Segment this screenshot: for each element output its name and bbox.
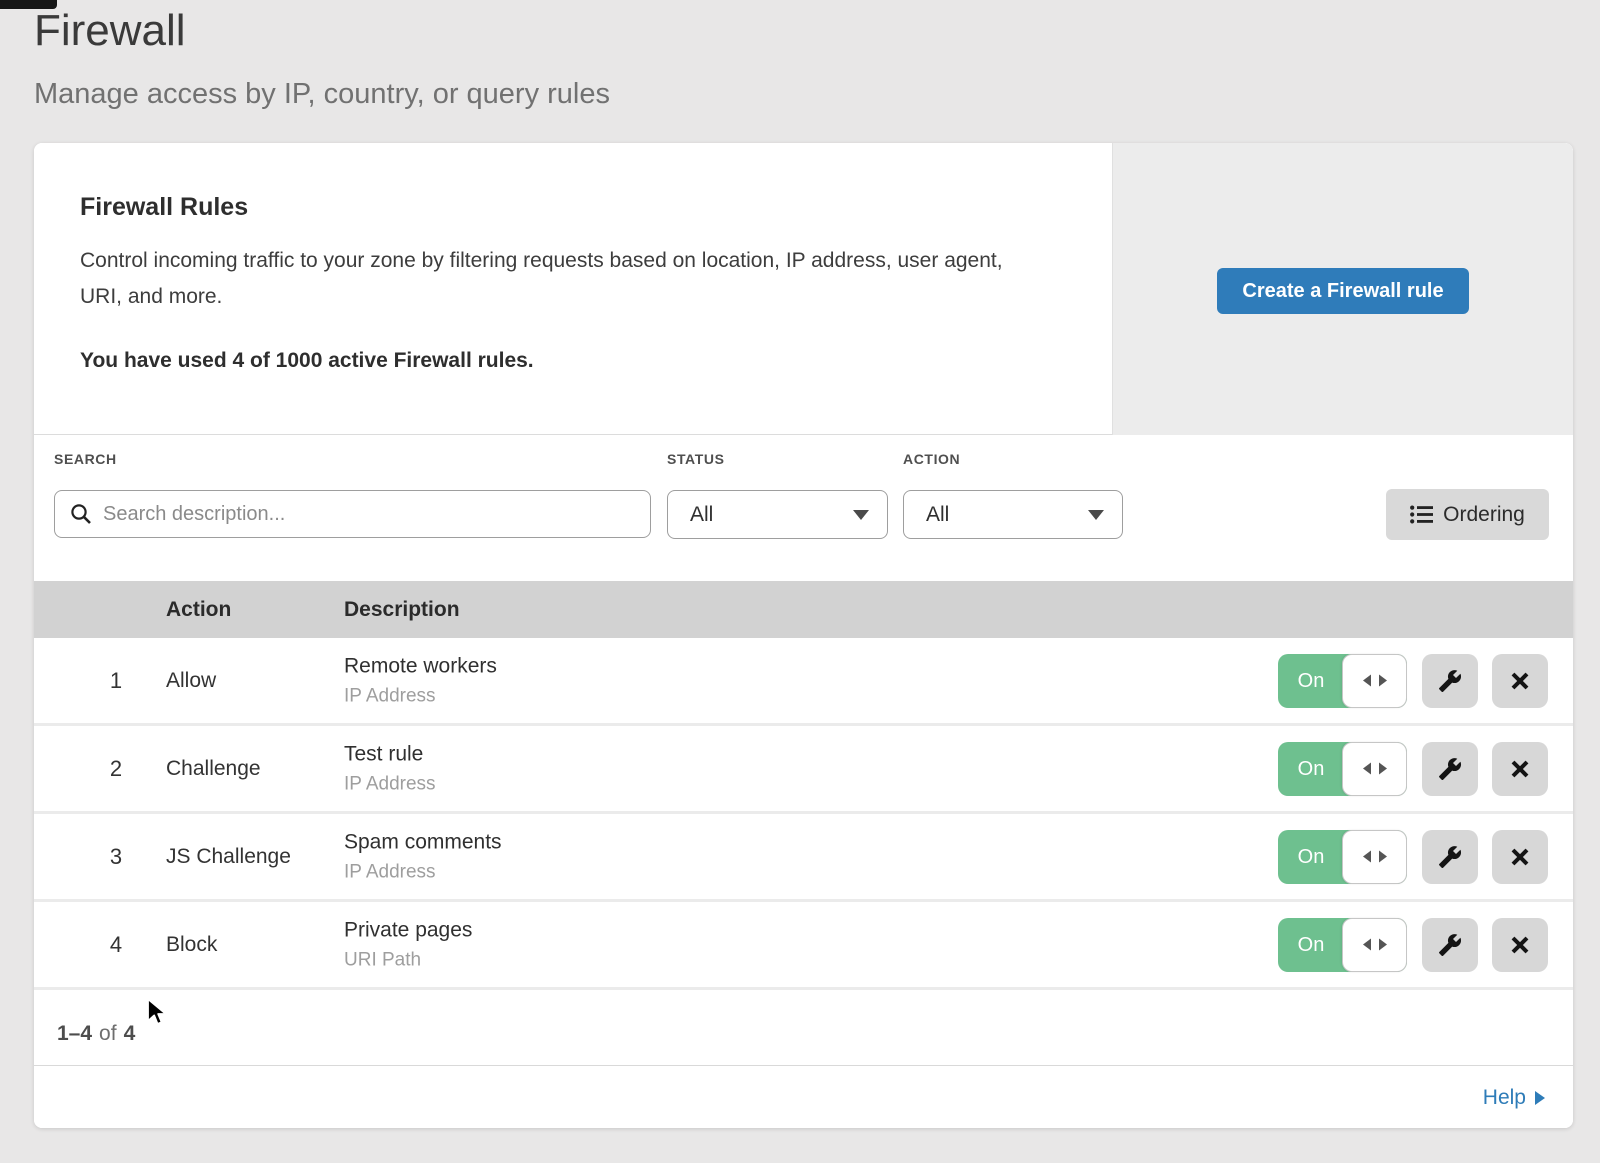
- intro-heading: Firewall Rules: [80, 193, 248, 222]
- search-input[interactable]: [54, 490, 651, 538]
- page-subtitle: Manage access by IP, country, or query r…: [34, 78, 610, 111]
- rule-description: Remote workers: [344, 654, 497, 678]
- wrench-icon: [1438, 933, 1462, 957]
- rule-enabled-toggle[interactable]: On: [1278, 742, 1407, 796]
- table-row: 4 Block Private pages URI Path On: [34, 902, 1573, 990]
- page-title: Firewall: [34, 6, 186, 56]
- caret-down-icon: [853, 510, 869, 520]
- magnifier-icon: [70, 503, 92, 525]
- action-select[interactable]: All: [903, 490, 1123, 539]
- action-label: ACTION: [903, 451, 960, 467]
- rule-action: Challenge: [166, 757, 261, 781]
- rule-description: Test rule: [344, 742, 436, 766]
- list-bullets-icon: [1410, 505, 1433, 524]
- rule-action: JS Challenge: [166, 845, 291, 869]
- rule-description-cell: Remote workers IP Address: [344, 654, 497, 707]
- toggle-on-label: On: [1278, 654, 1344, 708]
- intro-section: Firewall Rules Control incoming traffic …: [34, 143, 1573, 435]
- table-row: 2 Challenge Test rule IP Address On: [34, 726, 1573, 814]
- table-row: 3 JS Challenge Spam comments IP Address …: [34, 814, 1573, 902]
- status-label: STATUS: [667, 451, 725, 467]
- toggle-handle[interactable]: [1342, 742, 1407, 796]
- x-icon: [1509, 934, 1531, 956]
- caret-down-icon: [1088, 510, 1104, 520]
- rule-match-type: IP Address: [344, 773, 436, 795]
- rule-priority: 1: [86, 668, 146, 694]
- help-link-label: Help: [1483, 1086, 1526, 1110]
- rule-priority: 4: [86, 932, 146, 958]
- rule-priority: 2: [86, 756, 146, 782]
- rule-description-cell: Test rule IP Address: [344, 742, 436, 795]
- firewall-rules-card: Firewall Rules Control incoming traffic …: [34, 143, 1573, 1128]
- x-icon: [1509, 670, 1531, 692]
- x-icon: [1509, 846, 1531, 868]
- toggle-handle[interactable]: [1342, 830, 1407, 884]
- edit-rule-button[interactable]: [1422, 830, 1478, 884]
- rule-description-cell: Private pages URI Path: [344, 918, 472, 971]
- x-icon: [1509, 758, 1531, 780]
- action-selected-value: All: [926, 503, 949, 527]
- rule-match-type: URI Path: [344, 949, 472, 971]
- toggle-on-label: On: [1278, 830, 1344, 884]
- create-firewall-rule-button[interactable]: Create a Firewall rule: [1217, 268, 1469, 314]
- rule-enabled-toggle[interactable]: On: [1278, 654, 1407, 708]
- table-row: 1 Allow Remote workers IP Address On: [34, 638, 1573, 726]
- toggle-handle[interactable]: [1342, 918, 1407, 972]
- rule-description: Spam comments: [344, 830, 502, 854]
- rule-priority: 3: [86, 844, 146, 870]
- right-triangle-icon: [1535, 1091, 1545, 1105]
- delete-rule-button[interactable]: [1492, 918, 1548, 972]
- usage-summary: You have used 4 of 1000 active Firewall …: [80, 349, 534, 373]
- help-link[interactable]: Help: [1483, 1086, 1545, 1110]
- rule-enabled-toggle[interactable]: On: [1278, 830, 1407, 884]
- pagination-of-label: of: [99, 1022, 117, 1046]
- pagination-total: 4: [124, 1022, 136, 1046]
- wrench-icon: [1438, 845, 1462, 869]
- left-right-arrows-icon: [1362, 850, 1388, 863]
- column-header-action: Action: [166, 581, 231, 638]
- rule-action: Allow: [166, 669, 216, 693]
- left-right-arrows-icon: [1362, 674, 1388, 687]
- help-row: Help: [34, 1067, 1573, 1128]
- delete-rule-button[interactable]: [1492, 830, 1548, 884]
- intro-description: Control incoming traffic to your zone by…: [80, 243, 1030, 315]
- rule-enabled-toggle[interactable]: On: [1278, 918, 1407, 972]
- search-field-wrap: [54, 490, 651, 538]
- search-label: SEARCH: [54, 451, 117, 467]
- pagination-range: 1–4: [57, 1022, 92, 1046]
- ordering-button[interactable]: Ordering: [1386, 489, 1549, 540]
- rule-description: Private pages: [344, 918, 472, 942]
- wrench-icon: [1438, 669, 1462, 693]
- rule-match-type: IP Address: [344, 861, 502, 883]
- left-right-arrows-icon: [1362, 938, 1388, 951]
- edit-rule-button[interactable]: [1422, 654, 1478, 708]
- edit-rule-button[interactable]: [1422, 742, 1478, 796]
- toggle-handle[interactable]: [1342, 654, 1407, 708]
- edit-rule-button[interactable]: [1422, 918, 1478, 972]
- delete-rule-button[interactable]: [1492, 742, 1548, 796]
- ordering-button-label: Ordering: [1443, 503, 1525, 527]
- rule-match-type: IP Address: [344, 685, 497, 707]
- table-header: Action Description: [34, 581, 1573, 638]
- status-selected-value: All: [690, 503, 713, 527]
- wrench-icon: [1438, 757, 1462, 781]
- rules-table-body: 1 Allow Remote workers IP Address On: [34, 638, 1573, 990]
- create-rule-panel: Create a Firewall rule: [1112, 143, 1573, 435]
- toggle-on-label: On: [1278, 918, 1344, 972]
- toggle-on-label: On: [1278, 742, 1344, 796]
- column-header-description: Description: [344, 581, 460, 638]
- rule-action: Block: [166, 933, 217, 957]
- delete-rule-button[interactable]: [1492, 654, 1548, 708]
- pagination: 1–4 of 4: [34, 1002, 1573, 1066]
- rule-description-cell: Spam comments IP Address: [344, 830, 502, 883]
- left-right-arrows-icon: [1362, 762, 1388, 775]
- status-select[interactable]: All: [667, 490, 888, 539]
